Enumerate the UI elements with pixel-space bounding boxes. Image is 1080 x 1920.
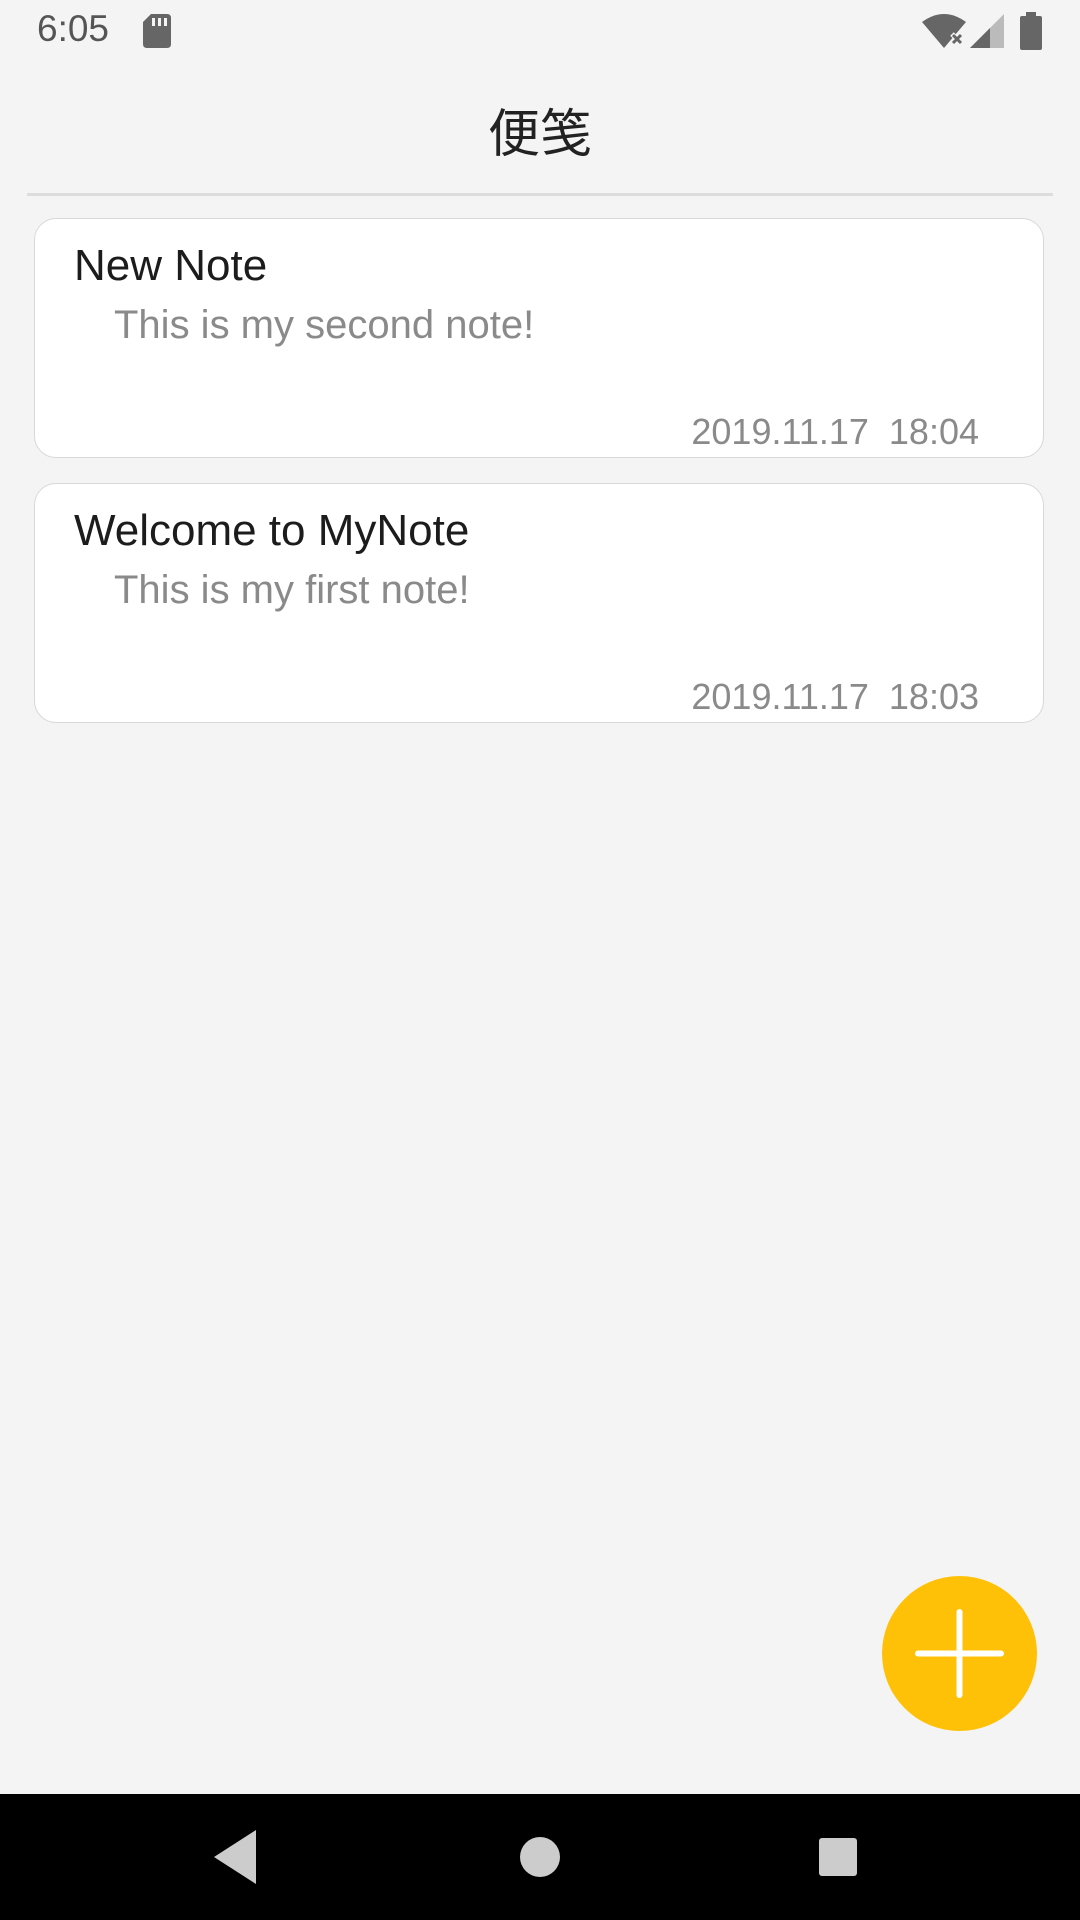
home-icon[interactable]	[507, 1824, 573, 1890]
note-date: 2019.11.17 18:04	[691, 411, 979, 452]
add-note-button[interactable]	[882, 1576, 1037, 1731]
wifi-icon	[922, 14, 966, 48]
note-title: Welcome to MyNote	[74, 506, 470, 555]
note-card[interactable]: New Note This is my second note! 2019.11…	[34, 218, 1044, 458]
status-time: 6:05	[37, 8, 110, 49]
title-divider	[27, 193, 1053, 196]
note-date: 2019.11.17 18:03	[691, 676, 979, 717]
note-body: This is my second note!	[114, 303, 535, 347]
status-bar: 6:05	[0, 0, 1080, 62]
signal-icon	[970, 14, 1004, 48]
sd-card-icon	[143, 14, 171, 48]
note-list: New Note This is my second note! 2019.11…	[34, 218, 1046, 748]
plus-icon	[915, 1609, 1004, 1698]
battery-icon	[1020, 12, 1042, 50]
note-card[interactable]: Welcome to MyNote This is my first note!…	[34, 483, 1044, 723]
note-body: This is my first note!	[114, 568, 470, 612]
page-title: 便笺	[487, 105, 592, 165]
screen: 6:05 便笺 New Note This is my second note!	[0, 0, 1080, 1920]
navigation-bar	[0, 1794, 1080, 1920]
back-icon[interactable]	[204, 1824, 270, 1890]
note-title: New Note	[74, 241, 268, 290]
recents-icon[interactable]	[805, 1824, 871, 1890]
